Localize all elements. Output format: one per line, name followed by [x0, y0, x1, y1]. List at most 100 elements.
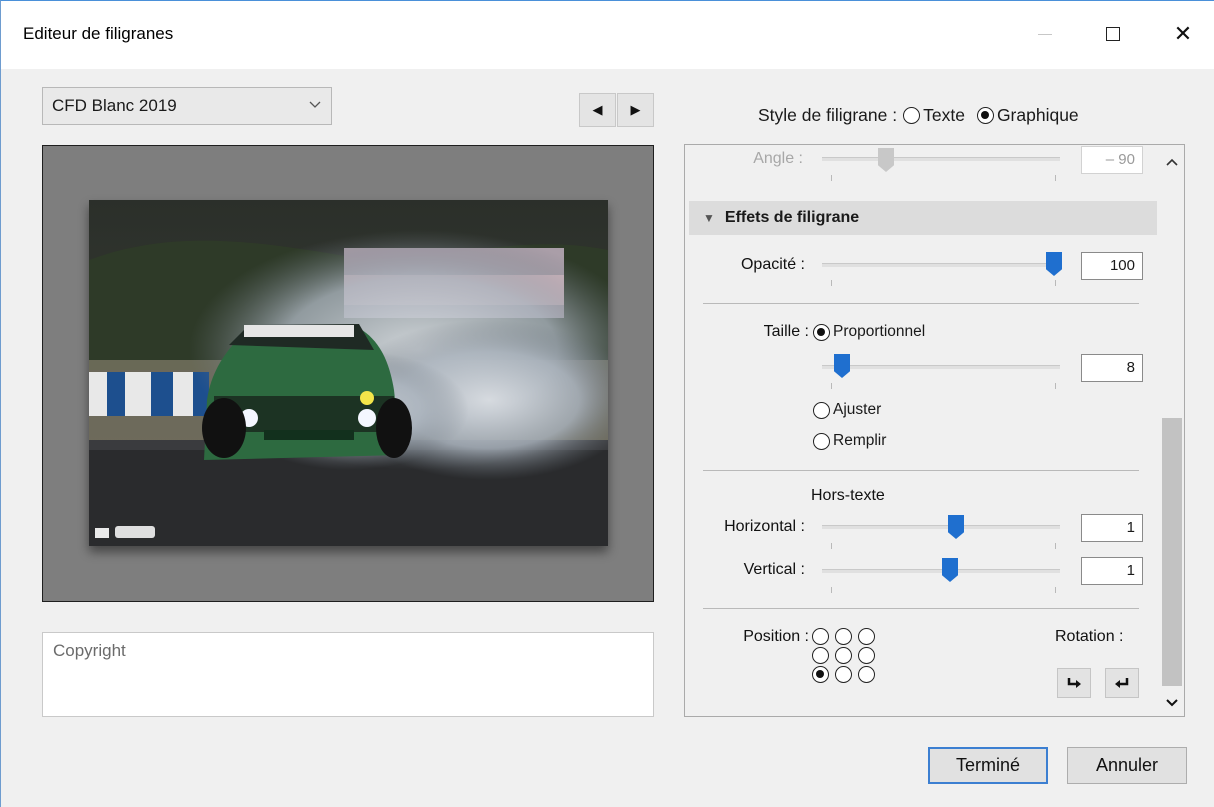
effects-section-header[interactable]: ▼ Effets de filigrane	[689, 201, 1157, 235]
rotate-clockwise-icon	[1067, 678, 1081, 688]
rotation-label: Rotation :	[1055, 628, 1124, 645]
style-option-text-label: Texte	[923, 105, 965, 125]
vertical-offset-slider-track[interactable]	[822, 569, 1060, 573]
position-top-center[interactable]	[835, 628, 852, 645]
divider	[703, 470, 1139, 471]
done-button[interactable]: Terminé	[928, 747, 1048, 784]
offset-title: Hors-texte	[811, 487, 885, 504]
opacity-slider-thumb[interactable]	[1046, 252, 1062, 276]
title-bar: Editeur de filigranes ✕	[1, 1, 1214, 69]
triangle-right-icon: ▶	[630, 102, 641, 117]
copyright-text-input[interactable]: Copyright	[42, 632, 654, 717]
preview-navigation: ◀ ▶	[579, 93, 654, 127]
close-button[interactable]: ✕	[1163, 19, 1203, 49]
scroll-down-icon[interactable]	[1159, 692, 1184, 714]
size-value-field[interactable]: 8	[1081, 354, 1143, 382]
angle-slider-thumb[interactable]	[878, 148, 894, 172]
minimize-button[interactable]	[1025, 19, 1065, 49]
watermark-editor-window: Editeur de filigranes ✕ CFD Blanc 2019 ◀…	[0, 0, 1214, 807]
effects-section-title: Effets de filigrane	[724, 209, 860, 226]
cancel-button[interactable]: Annuler	[1067, 747, 1187, 784]
preset-select[interactable]: CFD Blanc 2019	[42, 87, 332, 125]
rotate-clockwise-button[interactable]	[1057, 668, 1091, 698]
copyright-placeholder: Copyright	[53, 641, 126, 660]
collapse-triangle-icon: ▼	[703, 211, 715, 225]
horizontal-offset-slider-track[interactable]	[822, 525, 1060, 529]
tick	[831, 175, 832, 181]
horizontal-offset-value-field[interactable]: 1	[1081, 514, 1143, 542]
next-image-button[interactable]: ▶	[617, 93, 654, 127]
chevron-down-icon	[309, 101, 321, 108]
angle-label: Angle :	[753, 150, 803, 167]
rotate-counterclockwise-icon	[1115, 678, 1129, 688]
maximize-button[interactable]	[1093, 19, 1133, 49]
position-top-right[interactable]	[858, 628, 875, 645]
preview-photo	[89, 200, 608, 546]
size-option-proportional[interactable]: Proportionnel	[813, 323, 925, 341]
maximize-icon	[1106, 27, 1120, 41]
radio-proportional[interactable]	[813, 323, 830, 341]
horizontal-offset-slider-thumb[interactable]	[948, 515, 964, 539]
tick	[1055, 175, 1056, 181]
radio-graphic[interactable]	[976, 107, 994, 124]
tick	[831, 543, 832, 549]
close-icon: ✕	[1173, 21, 1193, 46]
position-bottom-left[interactable]	[812, 666, 829, 683]
position-middle-right[interactable]	[858, 647, 875, 664]
vertical-offset-slider-thumb[interactable]	[942, 558, 958, 582]
radio-fill[interactable]	[813, 432, 830, 450]
radio-fit[interactable]	[813, 401, 830, 419]
panel-scrollbar[interactable]	[1159, 145, 1184, 716]
preset-selected-value: CFD Blanc 2019	[52, 96, 177, 115]
tick	[1055, 280, 1056, 286]
style-option-graphic[interactable]: Graphique	[976, 105, 1079, 126]
previous-image-button[interactable]: ◀	[579, 93, 616, 127]
opacity-slider-track[interactable]	[822, 263, 1060, 267]
size-option-fill-label: Remplir	[833, 432, 887, 449]
position-top-left[interactable]	[812, 628, 829, 645]
position-bottom-center[interactable]	[835, 666, 852, 683]
opacity-label: Opacité :	[740, 256, 805, 273]
tick	[1055, 383, 1056, 389]
opacity-value-field[interactable]: 100	[1081, 252, 1143, 280]
tick	[831, 280, 832, 286]
size-option-fit-label: Ajuster	[833, 401, 882, 418]
watermark-style-group: Style de filigrane : Texte Graphique	[758, 105, 1079, 126]
angle-slider-track[interactable]	[822, 157, 1060, 161]
window-title: Editeur de filigranes	[23, 24, 174, 43]
divider	[703, 303, 1139, 304]
tick	[1055, 543, 1056, 549]
minimize-icon	[1038, 33, 1052, 35]
vertical-offset-value-field[interactable]: 1	[1081, 557, 1143, 585]
size-option-fit[interactable]: Ajuster	[813, 401, 881, 419]
position-middle-left[interactable]	[812, 647, 829, 664]
drift-car-photo	[89, 200, 608, 546]
tire-barrier	[89, 372, 209, 416]
size-option-fill[interactable]: Remplir	[813, 432, 886, 450]
position-grid	[812, 628, 882, 683]
vertical-offset-label: Vertical :	[743, 561, 805, 578]
position-center[interactable]	[835, 647, 852, 664]
position-label: Position :	[743, 628, 809, 645]
divider	[703, 608, 1139, 609]
horizontal-offset-label: Horizontal :	[724, 518, 805, 535]
scrollbar-thumb[interactable]	[1162, 418, 1182, 686]
tick	[831, 383, 832, 389]
scroll-up-icon[interactable]	[1159, 151, 1184, 173]
triangle-left-icon: ◀	[592, 102, 603, 117]
style-option-graphic-label: Graphique	[996, 105, 1079, 125]
size-option-proportional-label: Proportionnel	[833, 323, 926, 340]
rotate-counterclockwise-button[interactable]	[1105, 668, 1139, 698]
angle-value-field[interactable]: – 90	[1081, 146, 1143, 174]
watermark-settings-panel: Angle : – 90 ▼ Effets de filigrane Opaci…	[684, 144, 1185, 717]
size-slider-thumb[interactable]	[834, 354, 850, 378]
radio-text[interactable]	[903, 107, 921, 124]
tick	[831, 587, 832, 593]
position-bottom-right[interactable]	[858, 666, 875, 683]
watermark-preview	[42, 145, 654, 602]
size-slider-track[interactable]	[822, 365, 1060, 369]
size-label: Taille :	[763, 323, 809, 340]
style-option-text[interactable]: Texte	[903, 105, 965, 126]
watermark-style-label: Style de filigrane :	[758, 105, 898, 125]
tick	[1055, 587, 1056, 593]
